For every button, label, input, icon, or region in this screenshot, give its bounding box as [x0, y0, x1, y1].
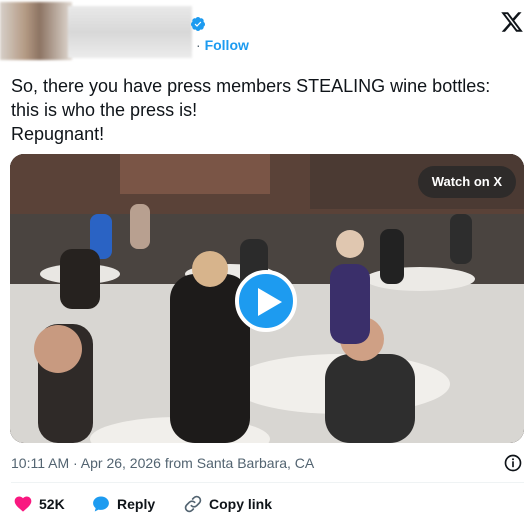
tweet-line-1: So, there you have press members STEALIN… — [11, 76, 491, 96]
follow-button[interactable]: · Follow — [196, 37, 249, 53]
like-count: 52K — [39, 496, 65, 512]
tweet-line-3: Repugnant! — [11, 124, 105, 144]
watch-on-x-button[interactable]: Watch on X — [417, 166, 516, 198]
info-icon[interactable] — [503, 453, 523, 473]
reply-button[interactable]: Reply — [91, 493, 155, 515]
tweet-header: · Follow — [0, 0, 532, 64]
divider — [11, 482, 524, 483]
tweet-actions: 52K Reply Copy link — [11, 493, 524, 515]
like-button[interactable]: 52K — [13, 493, 65, 515]
avatar[interactable] — [0, 2, 72, 60]
tweet-line-2: this is who the press is! — [11, 100, 198, 120]
reply-label: Reply — [117, 496, 156, 512]
link-icon — [184, 495, 202, 513]
verified-badge-icon — [191, 17, 205, 31]
copy-link-label: Copy link — [209, 496, 273, 512]
tweet-timestamp[interactable]: 10:11 AM · Apr 26, 2026 from Santa Barba… — [11, 455, 314, 471]
play-button[interactable] — [235, 270, 297, 332]
reply-bubble-icon — [93, 496, 109, 512]
copy-link-button[interactable]: Copy link — [183, 493, 272, 515]
heart-icon — [14, 496, 32, 512]
play-icon — [258, 288, 282, 316]
author-name-blurred[interactable] — [68, 6, 192, 58]
video-player[interactable]: Watch on X — [10, 154, 524, 443]
tweet-text: So, there you have press members STEALIN… — [11, 74, 527, 146]
follow-dot: · — [196, 37, 205, 53]
x-logo-icon[interactable] — [500, 10, 524, 34]
follow-label: Follow — [204, 37, 249, 53]
